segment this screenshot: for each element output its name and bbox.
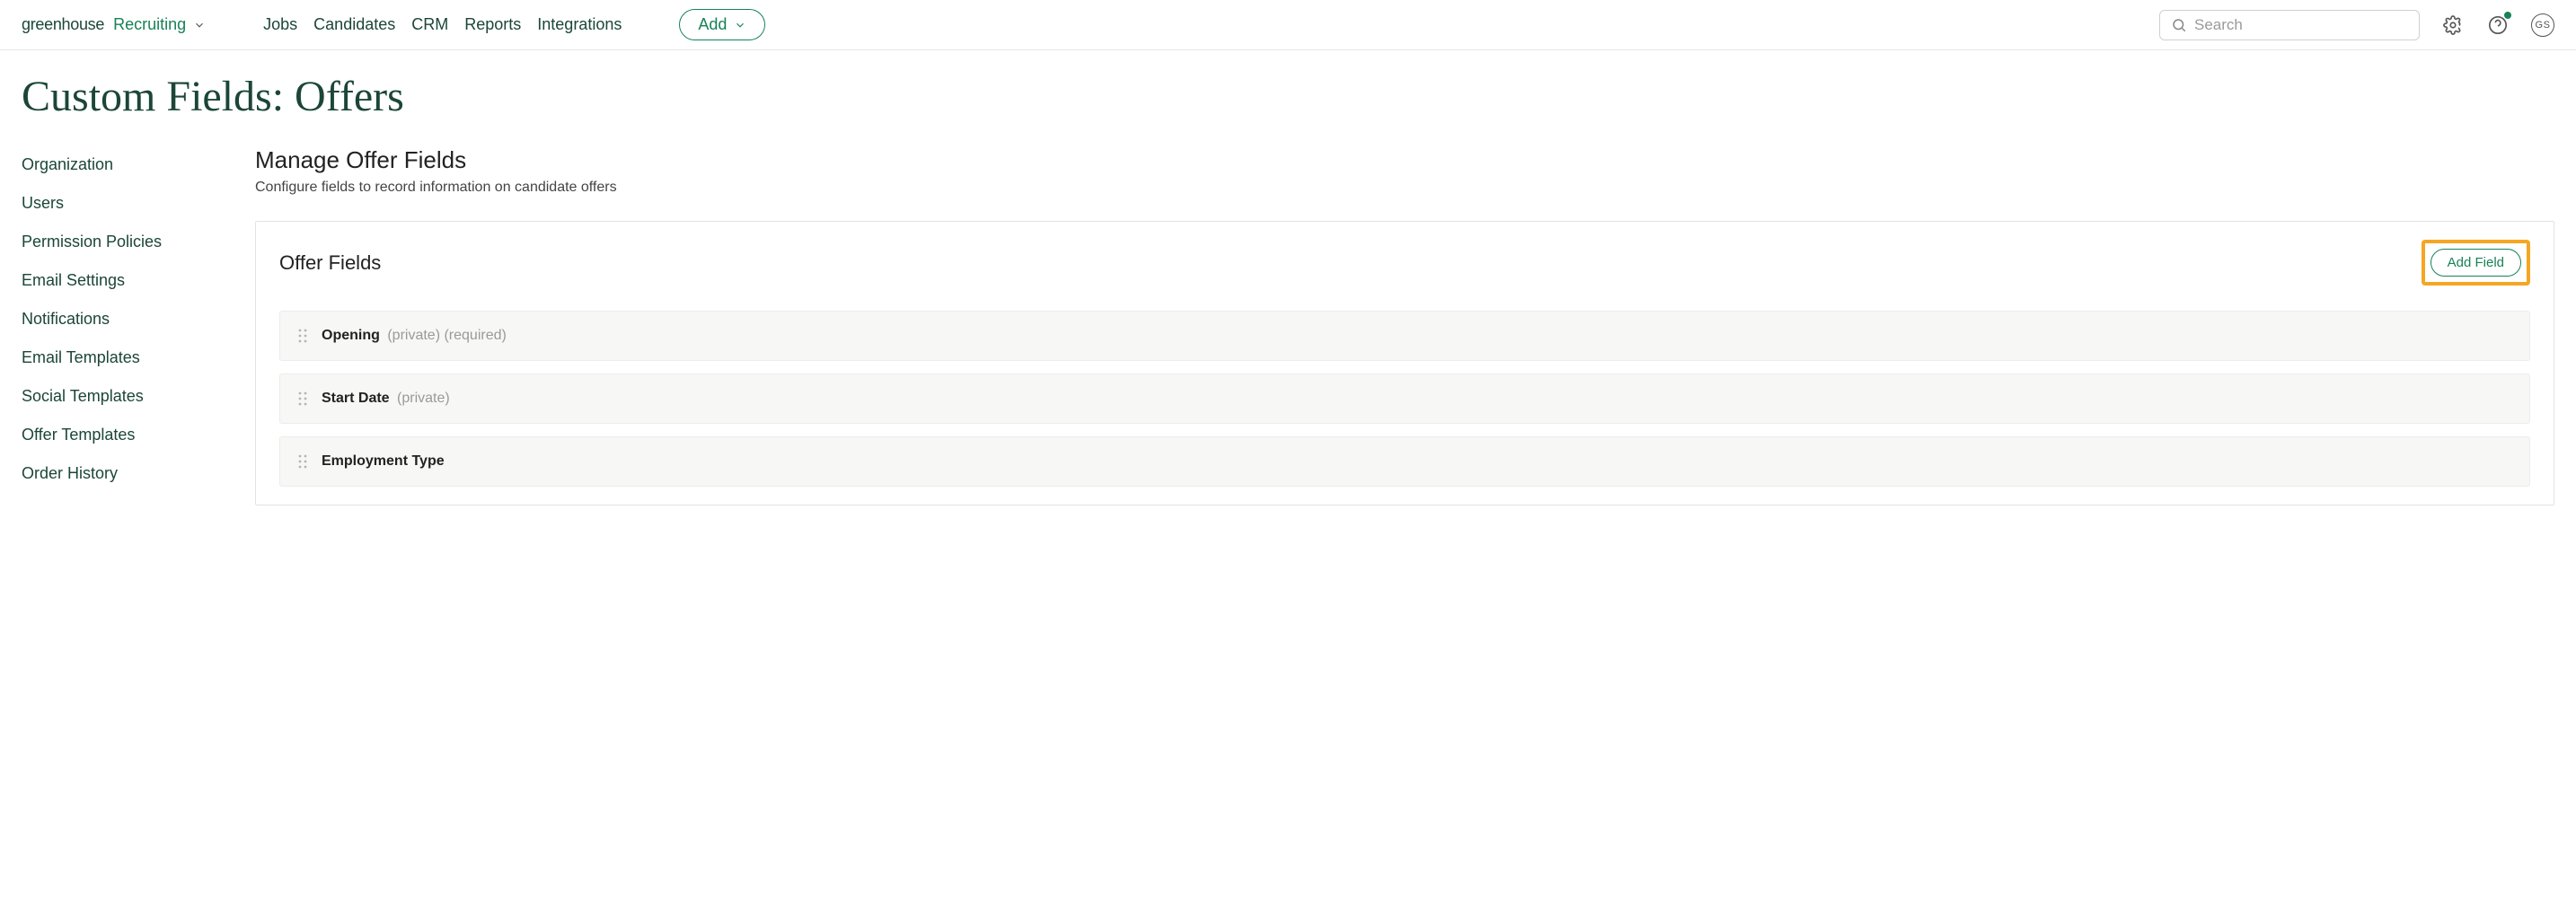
field-meta: (private) (required) [387, 328, 506, 343]
field-row[interactable]: Employment Type [279, 436, 2530, 487]
sidebar-item-email-templates[interactable]: Email Templates [22, 348, 237, 367]
sidebar-item-notifications[interactable]: Notifications [22, 310, 237, 329]
sidebar-item-email-settings[interactable]: Email Settings [22, 271, 237, 290]
notification-dot-icon [2504, 12, 2511, 19]
chevron-down-icon [734, 19, 746, 31]
layout: Organization Users Permission Policies E… [0, 128, 2576, 523]
field-meta: (private) [397, 391, 450, 406]
main-content: Manage Offer Fields Configure fields to … [255, 146, 2554, 505]
add-button[interactable]: Add [679, 9, 765, 40]
panel-header: Offer Fields Add Field [279, 240, 2530, 286]
highlight-annotation: Add Field [2422, 240, 2530, 286]
nav-reports[interactable]: Reports [464, 15, 521, 34]
sidebar-item-social-templates[interactable]: Social Templates [22, 387, 237, 406]
page-title: Custom Fields: Offers [0, 50, 2576, 128]
sidebar-item-users[interactable]: Users [22, 194, 237, 213]
drag-handle-icon[interactable] [298, 454, 307, 469]
field-name: Opening [322, 328, 380, 343]
chevron-down-icon [193, 19, 206, 31]
section-title: Manage Offer Fields [255, 146, 2554, 174]
top-nav: greenhouse Recruiting Jobs Candidates CR… [0, 0, 2576, 50]
brand-switcher[interactable]: greenhouse Recruiting [22, 15, 206, 34]
brand-part2: Recruiting [113, 15, 186, 34]
nav-crm[interactable]: CRM [411, 15, 448, 34]
avatar[interactable]: GS [2531, 13, 2554, 37]
drag-handle-icon[interactable] [298, 329, 307, 343]
help-icon[interactable] [2486, 13, 2510, 37]
sidebar-item-offer-templates[interactable]: Offer Templates [22, 426, 237, 444]
nav-links: Jobs Candidates CRM Reports Integrations [263, 15, 622, 34]
add-button-label: Add [698, 15, 727, 34]
offer-fields-panel: Offer Fields Add Field Opening (private)… [255, 221, 2554, 505]
brand-part1: greenhouse [22, 15, 104, 34]
drag-handle-icon[interactable] [298, 391, 307, 406]
settings-icon[interactable] [2441, 13, 2465, 37]
search-box[interactable] [2159, 10, 2420, 40]
search-input[interactable] [2194, 16, 2408, 34]
sidebar-item-organization[interactable]: Organization [22, 155, 237, 174]
field-name: Start Date [322, 391, 390, 406]
nav-jobs[interactable]: Jobs [263, 15, 297, 34]
field-name: Employment Type [322, 453, 445, 469]
nav-integrations[interactable]: Integrations [537, 15, 622, 34]
nav-candidates[interactable]: Candidates [313, 15, 395, 34]
search-icon [2171, 17, 2187, 33]
panel-title: Offer Fields [279, 251, 381, 275]
sidebar: Organization Users Permission Policies E… [22, 146, 237, 483]
section-subtitle: Configure fields to record information o… [255, 180, 2554, 196]
field-row[interactable]: Opening (private) (required) [279, 311, 2530, 361]
field-row[interactable]: Start Date (private) [279, 374, 2530, 424]
sidebar-item-permission-policies[interactable]: Permission Policies [22, 233, 237, 251]
add-field-button[interactable]: Add Field [2430, 249, 2521, 277]
sidebar-item-order-history[interactable]: Order History [22, 464, 237, 483]
